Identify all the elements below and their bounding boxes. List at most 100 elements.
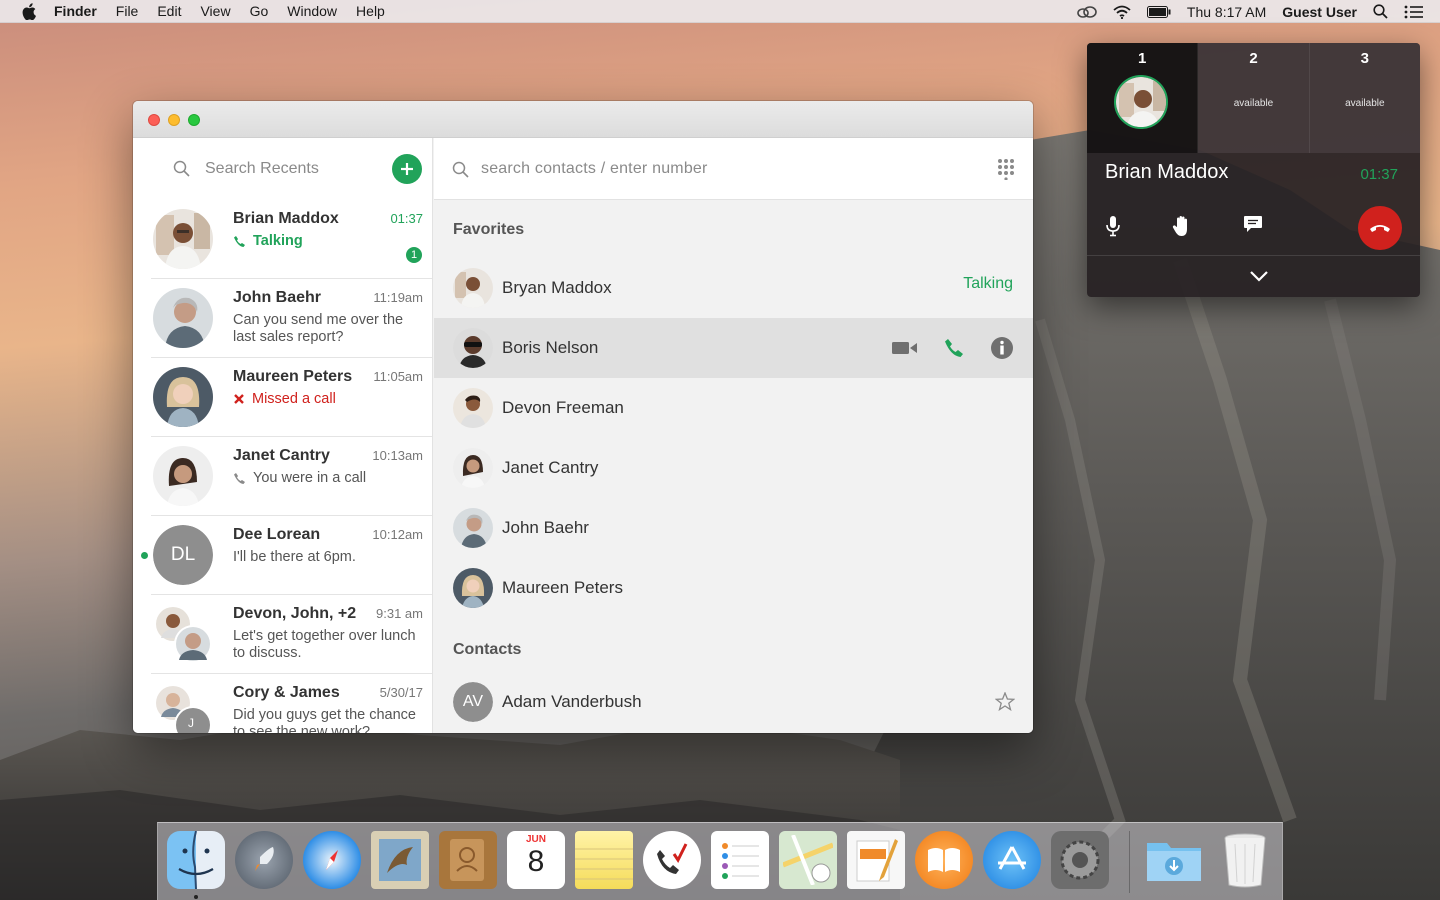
star-icon[interactable]	[994, 691, 1016, 716]
downloads-folder-icon[interactable]	[1145, 831, 1203, 889]
recents-search-placeholder[interactable]: Search Recents	[205, 160, 319, 178]
recent-status: Missed a call	[233, 391, 336, 407]
menu-go[interactable]: Go	[250, 3, 269, 19]
contact-name: Janet Cantry	[502, 458, 599, 477]
favorite-contact[interactable]: Devon Freeman	[434, 378, 1033, 438]
reminders-icon[interactable]	[711, 831, 769, 889]
call-slot-number: 1	[1137, 50, 1147, 67]
favorite-contact[interactable]: Janet Cantry	[434, 438, 1033, 498]
recent-item[interactable]: Maureen Peters 11:05am Missed a call	[151, 358, 432, 437]
avatar-initials: DL	[153, 525, 213, 585]
contact-row[interactable]: AV Adam Vanderbush	[434, 672, 1033, 732]
mail-icon[interactable]	[371, 831, 429, 889]
spotlight-search-icon[interactable]	[1373, 4, 1388, 19]
chevron-down-icon[interactable]	[1249, 269, 1269, 287]
missed-call-icon	[234, 394, 244, 404]
contact-name: John Baehr	[502, 518, 589, 537]
battery-icon[interactable]	[1146, 5, 1171, 18]
microphone-icon[interactable]	[1105, 215, 1121, 237]
ibooks-icon[interactable]	[915, 831, 973, 889]
menu-help[interactable]: Help	[356, 3, 385, 19]
recent-item[interactable]: DL Dee Lorean 10:12am I'll be there at 6…	[141, 516, 432, 595]
recent-message: Did you guys get the chance to see the n…	[233, 707, 416, 733]
app-store-icon[interactable]	[983, 831, 1041, 889]
avatar	[153, 209, 213, 269]
menu-edit[interactable]: Edit	[157, 3, 181, 19]
creative-cloud-icon[interactable]	[1077, 5, 1097, 19]
hang-up-icon	[1370, 225, 1390, 232]
recent-item[interactable]: Devon, John, +2 9:31 am Let's get togeth…	[151, 595, 432, 674]
safari-icon[interactable]	[303, 831, 361, 889]
phone-app-icon[interactable]	[643, 831, 701, 889]
menu-view[interactable]: View	[200, 3, 230, 19]
menu-window[interactable]: Window	[287, 3, 337, 19]
notification-center-icon[interactable]	[1404, 5, 1424, 19]
unread-badge: 1	[406, 247, 422, 263]
recent-item[interactable]: J Cory & James 5/30/17 Did you guys get …	[151, 674, 432, 733]
audio-call-icon[interactable]	[944, 338, 964, 358]
recent-message: I'll be there at 6pm.	[233, 549, 356, 565]
hold-hand-icon[interactable]	[1172, 215, 1192, 237]
system-preferences-icon[interactable]	[1051, 831, 1109, 889]
phone-icon	[234, 235, 245, 247]
dialpad-icon[interactable]	[997, 158, 1015, 185]
contacts-app-icon[interactable]	[439, 831, 497, 889]
hang-up-button[interactable]	[1358, 206, 1402, 250]
menu-bar: Finder File Edit View Go Window Help Thu…	[0, 0, 1440, 23]
recent-item[interactable]: Janet Cantry 10:13am You were in a call	[151, 437, 432, 516]
recents-search[interactable]: Search Recents	[133, 138, 432, 200]
favorite-contact[interactable]: Boris Nelson	[434, 318, 1033, 378]
contact-status: Talking	[963, 275, 1013, 292]
calendar-icon[interactable]: JUN 8	[507, 831, 565, 889]
group-avatar	[153, 683, 213, 733]
avatar	[453, 268, 493, 308]
launchpad-icon[interactable]	[235, 831, 293, 889]
finder-icon[interactable]	[167, 831, 225, 889]
call-widget-divider	[1087, 255, 1420, 256]
pages-icon[interactable]	[847, 831, 905, 889]
recent-time: 5/30/17	[379, 685, 423, 700]
video-call-icon[interactable]	[892, 340, 918, 356]
recent-name: Brian Maddox	[233, 210, 339, 227]
call-slot-number: 3	[1360, 50, 1369, 67]
call-slot-1[interactable]: 1	[1087, 43, 1199, 153]
new-conversation-button[interactable]	[392, 154, 422, 184]
contacts-pane: search contacts / enter number Favorites…	[434, 138, 1033, 733]
recent-name: John Baehr	[233, 289, 322, 306]
trash-icon[interactable]	[1216, 831, 1274, 889]
contacts-search-placeholder[interactable]: search contacts / enter number	[481, 160, 708, 178]
favorite-contact[interactable]: Maureen Peters	[434, 558, 1033, 618]
info-icon[interactable]	[990, 336, 1014, 360]
favorite-contact[interactable]: Bryan Maddox Talking	[434, 258, 1033, 318]
notes-icon[interactable]	[575, 831, 633, 889]
recent-message: Let's get together over lunch to discuss…	[233, 628, 416, 661]
window-minimize-button[interactable]	[168, 114, 180, 126]
avatar	[153, 367, 213, 427]
contacts-search[interactable]: search contacts / enter number	[434, 138, 1033, 200]
recent-item[interactable]: John Baehr 11:19am Can you send me over …	[151, 279, 432, 358]
favorite-contact[interactable]: John Baehr	[434, 498, 1033, 558]
window-zoom-button[interactable]	[188, 114, 200, 126]
menubar-clock[interactable]: Thu 8:17 AM	[1187, 4, 1266, 20]
active-call-widget: 1 2 available 3 available Brian Maddox 0…	[1087, 43, 1420, 297]
avatar: AV	[453, 682, 493, 722]
chat-bubble-icon[interactable]	[1243, 215, 1263, 233]
window-titlebar[interactable]	[133, 101, 1033, 138]
menu-app-name[interactable]: Finder	[54, 3, 97, 19]
call-slot-label: available	[1345, 98, 1385, 109]
contact-name: Adam Vanderbush	[502, 692, 642, 711]
call-slot-2[interactable]: 2 available	[1198, 43, 1310, 153]
apple-menu-icon[interactable]	[20, 2, 38, 20]
contact-actions	[866, 336, 1014, 360]
wifi-icon[interactable]	[1113, 5, 1131, 19]
recent-item[interactable]: Brian Maddox 01:37 Talking 1	[151, 200, 432, 279]
recents-pane: Search Recents Brian Maddox 01:37 Talkin…	[133, 138, 433, 733]
menu-file[interactable]: File	[116, 3, 139, 19]
calendar-day: 8	[527, 845, 545, 878]
maps-icon[interactable]	[779, 831, 837, 889]
call-slot-3[interactable]: 3 available	[1309, 43, 1420, 153]
app-window: Search Recents Brian Maddox 01:37 Talkin…	[133, 101, 1033, 733]
window-close-button[interactable]	[148, 114, 160, 126]
contact-name: Bryan Maddox	[502, 278, 612, 297]
menubar-user[interactable]: Guest User	[1282, 4, 1357, 20]
